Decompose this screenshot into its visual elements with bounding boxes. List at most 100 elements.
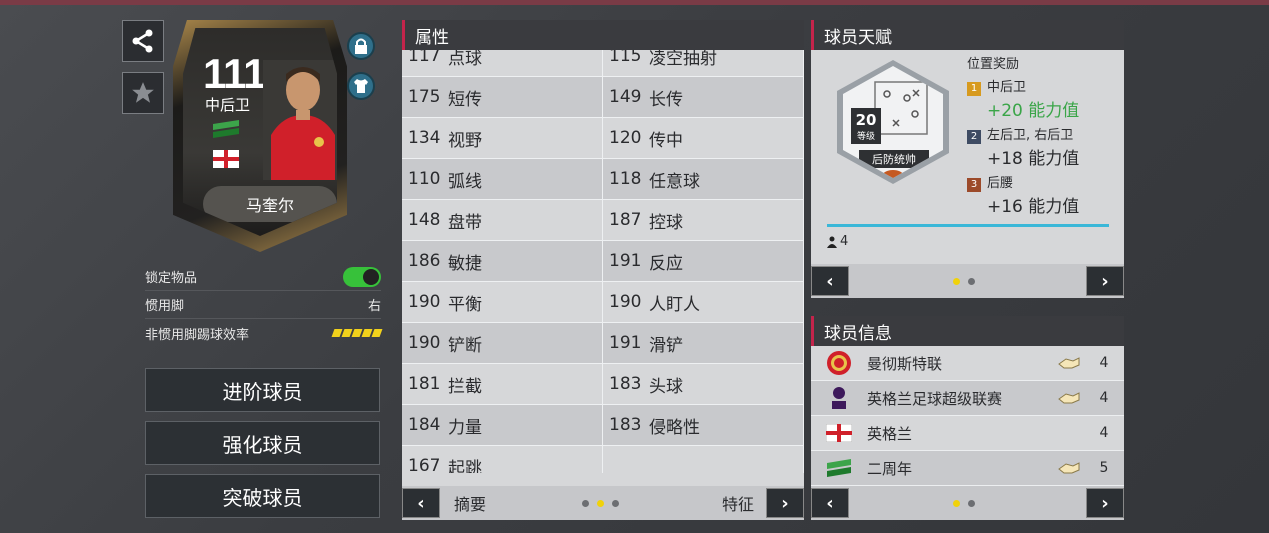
attribute-cell: 120 传中 [603,118,804,158]
attribute-name: 盘带 [448,212,482,233]
attributes-next-button[interactable]: › [766,488,804,518]
attribute-name: 视野 [448,130,482,151]
position-reward: 1 中后卫 +20 能力值 [967,76,1079,121]
player-info-next-button[interactable]: › [1086,488,1124,518]
attribute-cell: 191 反应 [603,241,804,281]
attributes-footer: ‹ 摘要 特征 › [402,486,804,520]
attribute-row: 190 平衡 190 人盯人 [402,282,804,323]
favorite-button[interactable] [122,72,164,114]
attribute-cell: 149 长传 [603,77,804,117]
jersey-icon [354,79,368,93]
attribute-name: 人盯人 [649,294,700,315]
attribute-name: 弧线 [448,171,482,192]
attribute-row: 186 敏捷 191 反应 [402,241,804,282]
attribute-value: 190 [609,292,642,312]
talent-progress-fill [827,224,1109,227]
england-flag-icon [213,150,239,168]
kit-button[interactable] [347,72,375,100]
player-info-count: 4 [1099,425,1109,441]
attribute-cell [603,446,804,473]
attribute-cell: 183 头球 [603,364,804,404]
info-label: 锁定物品 [145,271,198,286]
summary-tab[interactable]: 摘要 [454,491,486,515]
person-icon [827,236,837,248]
attribute-name: 短传 [448,89,482,110]
attribute-value: 115 [609,50,642,66]
reward-position: 中后卫 [987,80,1027,95]
talent-level-number: 20 [855,110,877,129]
talent-next-button[interactable]: › [1086,266,1124,296]
attribute-cell: 117 点球 [402,50,603,76]
player-info-row[interactable]: 二周年 5 [811,451,1124,486]
player-info-prev-button[interactable]: ‹ [811,488,849,518]
reward-rank-badge: 2 [967,130,981,144]
strengthen-player-button[interactable]: 强化球员 [145,421,380,465]
attribute-name: 力量 [448,417,482,438]
reward-value: +20 能力值 [987,101,1080,121]
player-info-row[interactable]: 英格兰足球超级联赛 4 [811,381,1124,416]
info-row-preferred-foot: 惯用脚 右 [145,291,381,319]
player-info-row[interactable]: 英格兰 4 [811,416,1124,451]
star-icon [132,82,154,103]
attribute-value: 187 [609,210,642,230]
talent-name: 后防统帅 [859,150,929,168]
share-button[interactable] [122,20,164,62]
attribute-name: 控球 [649,212,683,233]
attribute-cell: 181 拦截 [402,364,603,404]
attribute-value: 175 [408,87,441,107]
player-info-row[interactable]: 曼彻斯特联 4 [811,346,1124,381]
talent-level: 20 等级 [851,108,881,144]
position-reward-title: 位置奖励 [967,57,1020,72]
player-info-name: 英格兰 [867,424,913,443]
attribute-cell: 167 起跳 [402,446,603,473]
attribute-cell: 175 短传 [402,77,603,117]
attribute-cell: 190 平衡 [402,282,603,322]
position-reward: 2 左后卫, 右后卫 +18 能力值 [967,124,1079,169]
info-row-weak-foot: 非惯用脚踢球效率 [145,319,383,347]
player-info-footer: ‹ › [811,486,1124,520]
attribute-value: 186 [408,251,441,271]
attribute-value: 148 [408,210,441,230]
attribute-name: 滑铲 [649,335,683,356]
attribute-name: 任意球 [649,171,700,192]
attribute-cell: 134 视野 [402,118,603,158]
attribute-value: 191 [609,251,642,271]
attribute-cell: 186 敏捷 [402,241,603,281]
tactics-board-icon [874,81,928,135]
player-info-logo [825,350,853,376]
attribute-row: 148 盘带 187 控球 [402,200,804,241]
talent-count: 4 [827,234,848,249]
reward-rank-badge: 3 [967,178,981,192]
reward-position: 后腰 [987,176,1014,191]
player-info-count: 4 [1099,390,1109,406]
lock-button[interactable] [347,32,375,60]
chemistry-icon [1054,355,1084,371]
attribute-value: 190 [408,333,441,353]
attributes-prev-button[interactable]: ‹ [402,488,440,518]
attribute-name: 铲断 [448,335,482,356]
traits-tab[interactable]: 特征 [722,491,754,515]
attribute-value: 183 [609,415,642,435]
man-utd-badge-icon [827,351,851,375]
player-info-title: 球员信息 [811,316,1124,346]
lock-toggle[interactable] [343,266,381,287]
club-badge-icon [213,120,239,138]
advance-player-button[interactable]: 进阶球员 [145,368,380,412]
card-rating: 111 [203,50,266,97]
attribute-cell: 190 铲断 [402,323,603,363]
attribute-value: 149 [609,87,642,107]
breakthrough-player-button[interactable]: 突破球员 [145,474,380,518]
player-card[interactable]: 111 中后卫 马奎尔 [173,20,347,252]
card-position: 中后卫 [205,96,251,114]
talent-prev-button[interactable]: ‹ [811,266,849,296]
talent-badge[interactable]: 20 等级 后防统帅 [837,60,949,184]
attribute-cell: 110 弧线 [402,159,603,199]
reward-value: +16 能力值 [987,197,1080,217]
attribute-value: 134 [408,128,441,148]
player-card-face: 111 中后卫 马奎尔 [183,28,337,236]
reward-rank-badge: 1 [967,82,981,96]
attribute-cell: 183 侵略性 [603,405,804,445]
talent-title: 球员天赋 [811,20,1124,50]
attribute-name: 传中 [649,130,683,151]
attributes-list[interactable]: 117 点球 115 凌空抽射 175 短传 149 长传 134 视野 120 传中 110 弧线 118… [402,50,804,473]
